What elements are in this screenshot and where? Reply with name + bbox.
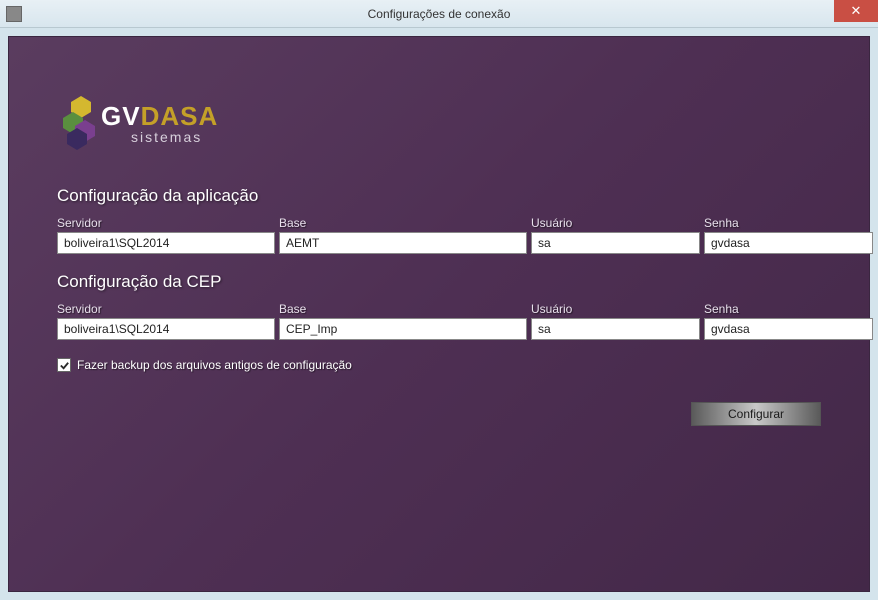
app-server-label: Servidor xyxy=(57,216,275,230)
app-server-input[interactable] xyxy=(57,232,275,254)
logo-dasa: DASA xyxy=(141,101,219,131)
app-base-field: Base xyxy=(279,216,527,254)
cep-pass-field: Senha xyxy=(704,302,873,340)
configure-button[interactable]: Configurar xyxy=(691,402,821,426)
cep-base-input[interactable] xyxy=(279,318,527,340)
configure-button-label: Configurar xyxy=(728,407,784,421)
button-row: Configurar xyxy=(57,402,821,426)
logo-text: GVDASA sistemas xyxy=(101,103,218,145)
cep-field-row: Servidor Base Usuário Senha xyxy=(57,302,821,340)
titlebar: Configurações de conexão ✕ xyxy=(0,0,878,28)
app-pass-label: Senha xyxy=(704,216,873,230)
app-base-input[interactable] xyxy=(279,232,527,254)
logo-main: GVDASA xyxy=(101,103,218,129)
backup-label: Fazer backup dos arquivos antigos de con… xyxy=(77,358,352,372)
close-button[interactable]: ✕ xyxy=(834,0,878,22)
cep-pass-label: Senha xyxy=(704,302,873,316)
backup-row: Fazer backup dos arquivos antigos de con… xyxy=(57,358,821,372)
app-pass-input[interactable] xyxy=(704,232,873,254)
app-user-label: Usuário xyxy=(531,216,700,230)
app-user-field: Usuário xyxy=(531,216,700,254)
cep-server-input[interactable] xyxy=(57,318,275,340)
logo-sub: sistemas xyxy=(131,129,218,145)
app-user-input[interactable] xyxy=(531,232,700,254)
cep-base-label: Base xyxy=(279,302,527,316)
cep-user-field: Usuário xyxy=(531,302,700,340)
app-icon xyxy=(6,6,22,22)
logo-icon xyxy=(57,96,99,151)
window-title: Configurações de conexão xyxy=(368,7,511,21)
logo: GVDASA sistemas xyxy=(57,96,821,151)
cep-user-input[interactable] xyxy=(531,318,700,340)
cep-pass-input[interactable] xyxy=(704,318,873,340)
logo-gv: GV xyxy=(101,101,141,131)
main-panel: GVDASA sistemas Configuração da aplicaçã… xyxy=(8,36,870,592)
app-pass-field: Senha xyxy=(704,216,873,254)
cep-user-label: Usuário xyxy=(531,302,700,316)
app-base-label: Base xyxy=(279,216,527,230)
close-icon: ✕ xyxy=(851,3,862,19)
section-title-app: Configuração da aplicação xyxy=(57,186,821,206)
cep-server-field: Servidor xyxy=(57,302,275,340)
check-icon xyxy=(59,360,70,371)
section-title-cep: Configuração da CEP xyxy=(57,272,821,292)
backup-checkbox[interactable] xyxy=(57,358,71,372)
cep-server-label: Servidor xyxy=(57,302,275,316)
cep-base-field: Base xyxy=(279,302,527,340)
app-server-field: Servidor xyxy=(57,216,275,254)
app-field-row: Servidor Base Usuário Senha xyxy=(57,216,821,254)
